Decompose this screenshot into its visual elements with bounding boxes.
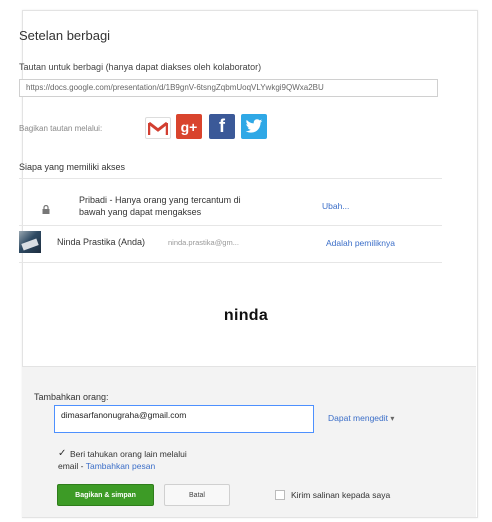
avatar	[19, 231, 41, 253]
notify-email-prefix: email -	[58, 461, 86, 471]
change-access-link[interactable]: Ubah...	[322, 201, 349, 211]
permission-dropdown[interactable]: Dapat mengedit ▾	[328, 413, 394, 423]
owner-name: Ninda Prastika (Anda)	[57, 237, 146, 247]
send-copy-checkbox[interactable]	[275, 490, 285, 500]
owner-role: Adalah pemiliknya	[326, 238, 395, 248]
add-people-input[interactable]: dimasarfanonugraha@gmail.com	[54, 405, 314, 433]
add-message-link[interactable]: Tambahkan pesan	[86, 461, 155, 471]
overlay-caption: ninda	[223, 307, 269, 324]
dialog-title: Setelan berbagi	[19, 28, 111, 43]
access-section-label: Siapa yang memiliki akses	[19, 162, 126, 172]
notify-checkbox[interactable]: ✓	[58, 448, 66, 459]
share-save-button[interactable]: Bagikan & simpan	[57, 484, 154, 506]
gmail-icon[interactable]	[145, 117, 171, 139]
facebook-icon[interactable]: f	[209, 114, 235, 139]
chevron-down-icon: ▾	[390, 414, 395, 423]
add-people-label: Tambahkan orang:	[34, 392, 109, 402]
google-plus-icon[interactable]: g+	[176, 114, 202, 139]
cancel-button[interactable]: Batal	[164, 484, 230, 506]
lock-icon	[42, 201, 50, 219]
private-access-text: Pribadi - Hanya orang yang tercantum di …	[79, 194, 241, 218]
divider	[19, 178, 442, 179]
notify-label-line2: email - Tambahkan pesan	[58, 461, 155, 471]
share-url-field[interactable]: https://docs.google.com/presentation/d/1…	[19, 79, 438, 97]
divider	[19, 262, 442, 263]
owner-email: ninda.prastika@gm...	[168, 238, 239, 247]
notify-label: Beri tahukan orang lain melalui	[70, 449, 187, 459]
permission-label: Dapat mengedit	[328, 413, 389, 423]
private-line-1: Pribadi - Hanya orang yang tercantum di	[79, 195, 241, 205]
share-link-label: Tautan untuk berbagi (hanya dapat diakse…	[19, 62, 262, 72]
share-via-label: Bagikan tautan melalui:	[19, 124, 103, 133]
private-line-2: bawah yang dapat mengakses	[79, 207, 202, 217]
twitter-icon[interactable]	[241, 114, 267, 139]
divider	[19, 225, 442, 226]
send-copy-label: Kirim salinan kepada saya	[291, 490, 391, 500]
